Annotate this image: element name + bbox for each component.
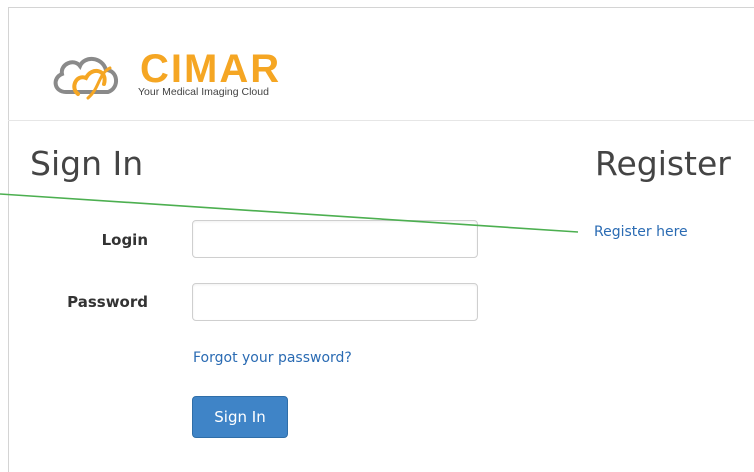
signin-title: Sign In — [30, 144, 144, 183]
password-input[interactable] — [192, 283, 478, 321]
header: CIMAR Your Medical Imaging Cloud — [8, 8, 754, 121]
signin-button[interactable]: Sign In — [192, 396, 288, 438]
register-link[interactable]: Register here — [594, 224, 688, 240]
logo: CIMAR Your Medical Imaging Cloud — [48, 48, 308, 108]
forgot-password-link[interactable]: Forgot your password? — [193, 350, 352, 366]
password-label: Password — [67, 293, 148, 311]
login-input[interactable] — [192, 220, 478, 258]
cloud-logo-icon — [53, 57, 118, 100]
register-title: Register — [595, 144, 731, 183]
brand-name: CIMAR — [140, 47, 282, 91]
login-label: Login — [101, 231, 148, 249]
brand-tagline: Your Medical Imaging Cloud — [138, 86, 269, 98]
